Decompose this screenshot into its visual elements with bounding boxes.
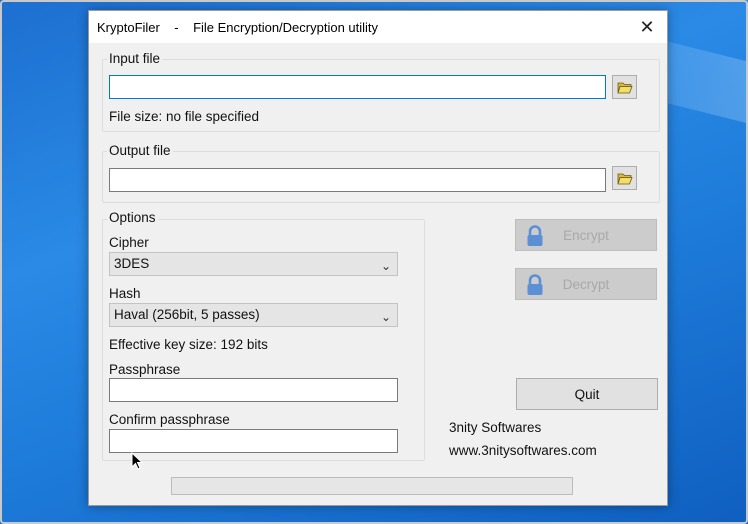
title-bar[interactable]: KryptoFiler - File Encryption/Decryption… bbox=[89, 11, 667, 43]
confirm-passphrase-field[interactable] bbox=[109, 429, 398, 453]
vendor-url: www.3nitysoftwares.com bbox=[449, 443, 597, 458]
quit-button[interactable]: Quit bbox=[516, 378, 658, 410]
encrypt-button[interactable]: Encrypt bbox=[515, 219, 657, 251]
close-button[interactable]: ✕ bbox=[627, 11, 667, 43]
input-file-size: File size: no file specified bbox=[109, 109, 260, 124]
window-title: KryptoFiler - File Encryption/Decryption… bbox=[97, 20, 379, 35]
decrypt-label: Decrypt bbox=[562, 276, 610, 292]
mouse-cursor-icon bbox=[131, 452, 144, 470]
input-file-label: Input file bbox=[107, 51, 163, 66]
encrypt-label: Encrypt bbox=[563, 227, 609, 243]
key-size-text: Effective key size: 192 bits bbox=[109, 337, 268, 352]
hash-select[interactable]: Haval (256bit, 5 passes) ⌄ bbox=[109, 303, 398, 327]
folder-open-icon bbox=[616, 173, 633, 184]
input-file-field[interactable] bbox=[109, 75, 606, 99]
chevron-down-icon: ⌄ bbox=[380, 310, 391, 324]
input-browse-button[interactable] bbox=[612, 75, 637, 99]
folder-open-icon bbox=[616, 82, 633, 93]
output-browse-button[interactable] bbox=[612, 166, 637, 190]
confirm-passphrase-label: Confirm passphrase bbox=[109, 412, 230, 427]
close-icon: ✕ bbox=[639, 16, 655, 37]
progress-bar bbox=[171, 477, 573, 495]
output-file-field[interactable] bbox=[109, 168, 606, 192]
cipher-select[interactable]: 3DES ⌄ bbox=[109, 252, 398, 276]
output-file-label: Output file bbox=[107, 143, 173, 158]
cipher-label: Cipher bbox=[109, 235, 149, 250]
lock-icon bbox=[527, 225, 543, 246]
vendor-name: 3nity Softwares bbox=[449, 420, 542, 435]
passphrase-label: Passphrase bbox=[109, 362, 181, 377]
quit-label: Quit bbox=[574, 386, 600, 402]
passphrase-field[interactable] bbox=[109, 378, 398, 402]
options-label: Options bbox=[107, 210, 158, 225]
chevron-down-icon: ⌄ bbox=[380, 259, 391, 273]
kryptofiler-window: KryptoFiler - File Encryption/Decryption… bbox=[88, 10, 668, 506]
decrypt-button[interactable]: Decrypt bbox=[515, 268, 657, 300]
lock-icon bbox=[527, 274, 543, 295]
hash-label: Hash bbox=[109, 286, 141, 301]
